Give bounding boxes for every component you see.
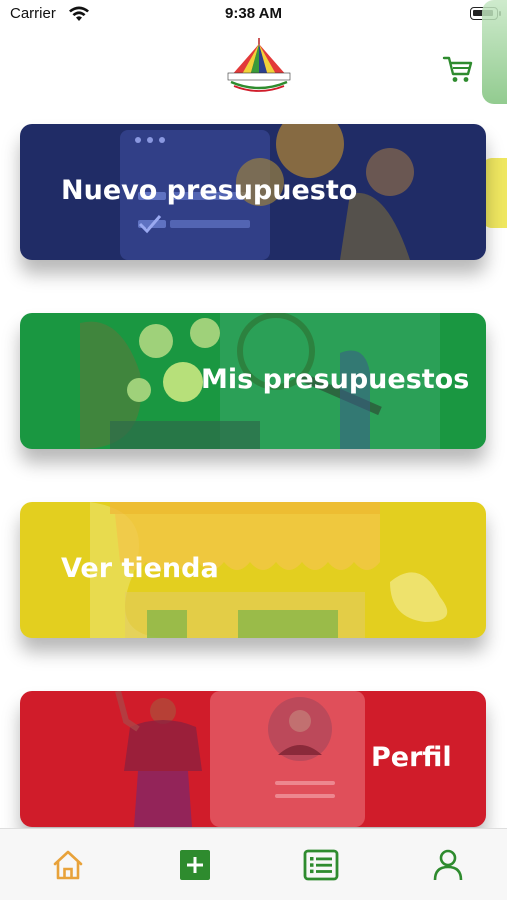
card-title-perfil: Perfil bbox=[371, 742, 452, 773]
card-ver-tienda[interactable]: Ver tienda bbox=[20, 502, 486, 638]
card-title-ver-tienda: Ver tienda bbox=[61, 553, 219, 584]
logo bbox=[227, 38, 291, 92]
home-icon[interactable] bbox=[50, 847, 86, 883]
decorative-green-shape bbox=[482, 0, 507, 104]
tab-bar bbox=[0, 828, 507, 900]
status-time: 9:38 AM bbox=[225, 5, 282, 22]
cart-icon[interactable] bbox=[442, 53, 474, 85]
user-icon[interactable] bbox=[430, 847, 466, 883]
card-title-mis-presupuestos: Mis presupuestos bbox=[201, 364, 470, 395]
card-nuevo-presupuesto[interactable]: Nuevo presupuesto bbox=[20, 124, 486, 260]
list-icon[interactable] bbox=[303, 847, 339, 883]
status-bar: Carrier 9:38 AM bbox=[0, 0, 507, 30]
add-icon[interactable] bbox=[177, 847, 213, 883]
card-mis-presupuestos[interactable]: Mis presupuestos bbox=[20, 313, 486, 449]
card-title-nuevo-presupuesto: Nuevo presupuesto bbox=[61, 175, 358, 206]
card-perfil[interactable]: Perfil bbox=[20, 691, 486, 827]
